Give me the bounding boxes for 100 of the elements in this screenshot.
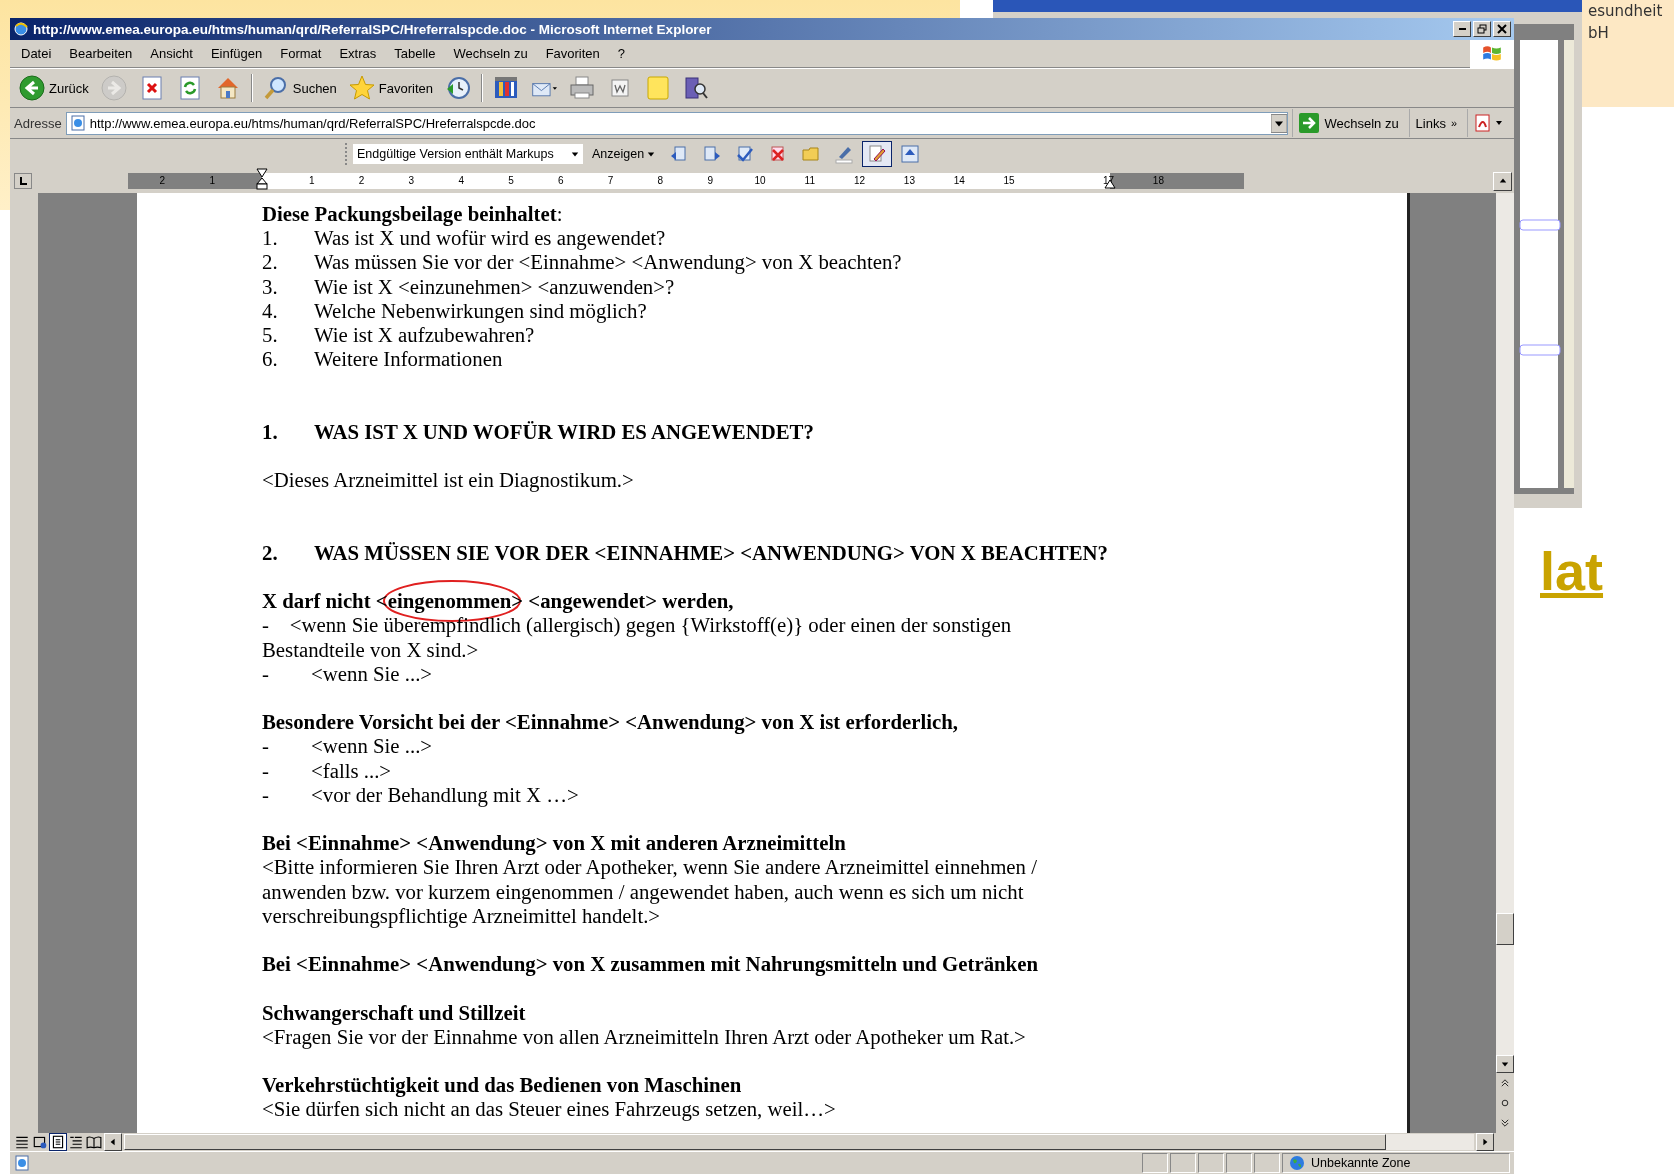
ruler-number: 15 bbox=[1003, 174, 1015, 188]
slide-text: bH bbox=[1588, 23, 1610, 44]
list-number: 4. bbox=[262, 298, 279, 323]
restore-button[interactable] bbox=[1473, 21, 1491, 37]
menu-item[interactable]: ? bbox=[608, 44, 635, 63]
slide-text: esundheit bbox=[1588, 1, 1663, 22]
ruler-number: 1 bbox=[209, 174, 215, 188]
ruler-number: 2 bbox=[159, 174, 166, 188]
ruler-number: 18 bbox=[1152, 174, 1164, 188]
scroll-up-button[interactable] bbox=[1493, 171, 1512, 191]
web-view-icon[interactable] bbox=[32, 1134, 48, 1150]
paragraph: <Bitte informieren Sie Ihren Arzt oder Apotheker, wenn Sie andere Arzneimittel einnehmen / anwenden bzw. vor kurzem eingenommen / angewendet haben, auch wenn es sich um nicht verschreibungspflichtige Arzneimittel handelt.> bbox=[262, 855, 1038, 928]
restore-icon bbox=[1477, 24, 1487, 34]
menu-item[interactable]: Wechseln zu bbox=[444, 44, 537, 63]
intro-heading: Diese Packungsbeilage beinhaltet: bbox=[262, 202, 563, 227]
browser-logo-icon bbox=[13, 21, 29, 37]
ruler-number: 6 bbox=[558, 174, 564, 188]
print-view-icon[interactable] bbox=[50, 1134, 66, 1150]
list-item: Was müssen Sie vor der <Einnahme> <Anwendung> von X beachten? bbox=[314, 250, 902, 275]
list-item: - <wenn Sie ...> bbox=[262, 734, 433, 759]
search-icon bbox=[262, 75, 289, 101]
subheading: Bei <Einnahme> <Anwendung> von X mit anderen Arzneimitteln bbox=[262, 831, 846, 856]
pane-icon bbox=[900, 144, 921, 164]
menu-item[interactable]: Bearbeiten bbox=[60, 44, 142, 63]
list-number: 6. bbox=[262, 347, 279, 372]
ruler-number: 8 bbox=[657, 174, 664, 188]
status-panel bbox=[1198, 1153, 1224, 1173]
status-panel bbox=[1142, 1153, 1168, 1173]
list-item: - <wenn Sie ...> bbox=[262, 661, 433, 686]
list-number: 1. bbox=[262, 419, 279, 444]
address-field[interactable]: http://www.emea.europa.eu/htms/human/qrd/ReferralSPC/Hreferralspcde.doc bbox=[65, 111, 1289, 135]
right-arrow-icon bbox=[1481, 1138, 1489, 1146]
search-button[interactable]: Suchen bbox=[257, 73, 342, 103]
indent-marker-icon[interactable] bbox=[256, 168, 268, 190]
ruler-number: 2 bbox=[358, 174, 365, 188]
dropdown-icon[interactable] bbox=[1271, 113, 1288, 133]
ruler-number: 1 bbox=[309, 174, 315, 188]
ruler-number: 11 bbox=[804, 174, 815, 188]
status-panel bbox=[1254, 1153, 1280, 1173]
star-icon bbox=[348, 75, 375, 101]
caret-icon bbox=[571, 150, 579, 158]
up-arrow-icon bbox=[1498, 177, 1507, 185]
minimize-button[interactable] bbox=[1453, 21, 1471, 37]
ruler-number: 13 bbox=[903, 174, 915, 188]
tab-stop-selector[interactable] bbox=[14, 173, 32, 189]
reading-view-icon[interactable] bbox=[86, 1134, 102, 1150]
paragraph: <Sie dürfen sich nicht an das Steuer eines Fahrzeugs setzen, weil…> bbox=[262, 1097, 836, 1122]
outline-view-icon[interactable] bbox=[68, 1134, 84, 1150]
ruler-number: 7 bbox=[607, 174, 614, 188]
show-button[interactable]: Anzeigen bbox=[586, 147, 662, 161]
menu-item[interactable]: Ansicht bbox=[141, 44, 202, 63]
back-button[interactable]: Zurück bbox=[14, 73, 94, 103]
list-item: Was ist X und wofür wird es angewendet? bbox=[314, 226, 666, 251]
scroll-left-button[interactable] bbox=[104, 1133, 122, 1151]
list-number: 5. bbox=[262, 323, 279, 348]
favorites-button[interactable]: Favoriten bbox=[343, 73, 439, 103]
left-tab-icon bbox=[18, 176, 28, 186]
go-button[interactable]: Wechseln zu bbox=[1292, 109, 1405, 137]
books-icon bbox=[493, 75, 520, 101]
down-arrow-icon bbox=[1501, 1060, 1509, 1068]
section-heading: WAS MÜSSEN SIE VOR DER <EINNAHME> <ANWENDUNG> VON X BEACHTEN? bbox=[314, 540, 1109, 565]
menu-item[interactable]: Einfügen bbox=[201, 44, 272, 63]
folder-icon bbox=[801, 144, 822, 164]
normal-view-icon[interactable] bbox=[14, 1134, 30, 1150]
subheading: Schwangerschaft und Stillzeit bbox=[262, 1000, 526, 1025]
scroll-thumb[interactable] bbox=[1496, 913, 1514, 945]
page-icon bbox=[69, 115, 86, 131]
menu-item[interactable]: Tabelle bbox=[385, 44, 445, 63]
globe-icon bbox=[1289, 1155, 1305, 1171]
section-heading: WAS IST X UND WOFÜR WIRD ES ANGEWENDET? bbox=[314, 419, 814, 444]
previous-page-button[interactable] bbox=[1496, 1073, 1514, 1093]
double-down-arrow-icon bbox=[1501, 1119, 1509, 1127]
double-up-arrow-icon bbox=[1501, 1079, 1509, 1087]
scroll-right-button[interactable] bbox=[1476, 1133, 1494, 1151]
page-icon bbox=[14, 1155, 30, 1171]
menu-item[interactable]: Favoriten bbox=[536, 44, 609, 63]
ruler-number: 14 bbox=[953, 174, 965, 188]
pencil-document-icon bbox=[867, 144, 888, 164]
zone-label: Unbekannte Zone bbox=[1311, 1156, 1411, 1170]
list-item: - <falls ...> bbox=[262, 758, 392, 783]
scroll-thumb[interactable] bbox=[124, 1134, 1386, 1150]
circle-icon bbox=[1501, 1099, 1509, 1107]
list-item: - <vor der Behandlung mit X …> bbox=[262, 782, 579, 807]
left-arrow-icon bbox=[109, 1138, 117, 1146]
status-panel bbox=[1170, 1153, 1196, 1173]
menu-item[interactable]: Extras bbox=[330, 44, 386, 63]
minimize-icon bbox=[1458, 28, 1466, 30]
close-button[interactable] bbox=[1493, 21, 1511, 37]
subheading: Besondere Vorsicht bei der <Einnahme> <Anwendung> von X ist erforderlich, bbox=[262, 710, 958, 735]
track-tool-button[interactable] bbox=[862, 141, 893, 167]
menu-item[interactable]: Format bbox=[271, 44, 331, 63]
list-number: 2. bbox=[262, 540, 279, 565]
scroll-down-button[interactable] bbox=[1496, 1055, 1514, 1073]
ruler-number: 5 bbox=[508, 174, 514, 188]
highlighter-icon bbox=[834, 144, 855, 164]
menu-item[interactable]: Datei bbox=[12, 44, 61, 63]
window-title: http://www.emea.europa.eu/htms/human/qrd/ReferralSPC/Hreferralspcde.doc - Microsoft Internet Explorer bbox=[33, 21, 713, 37]
display-dropdown[interactable]: Endgültige Version enthält Markups bbox=[353, 144, 583, 164]
ruler-number: 10 bbox=[754, 174, 766, 188]
ruler-number: 12 bbox=[854, 174, 866, 188]
